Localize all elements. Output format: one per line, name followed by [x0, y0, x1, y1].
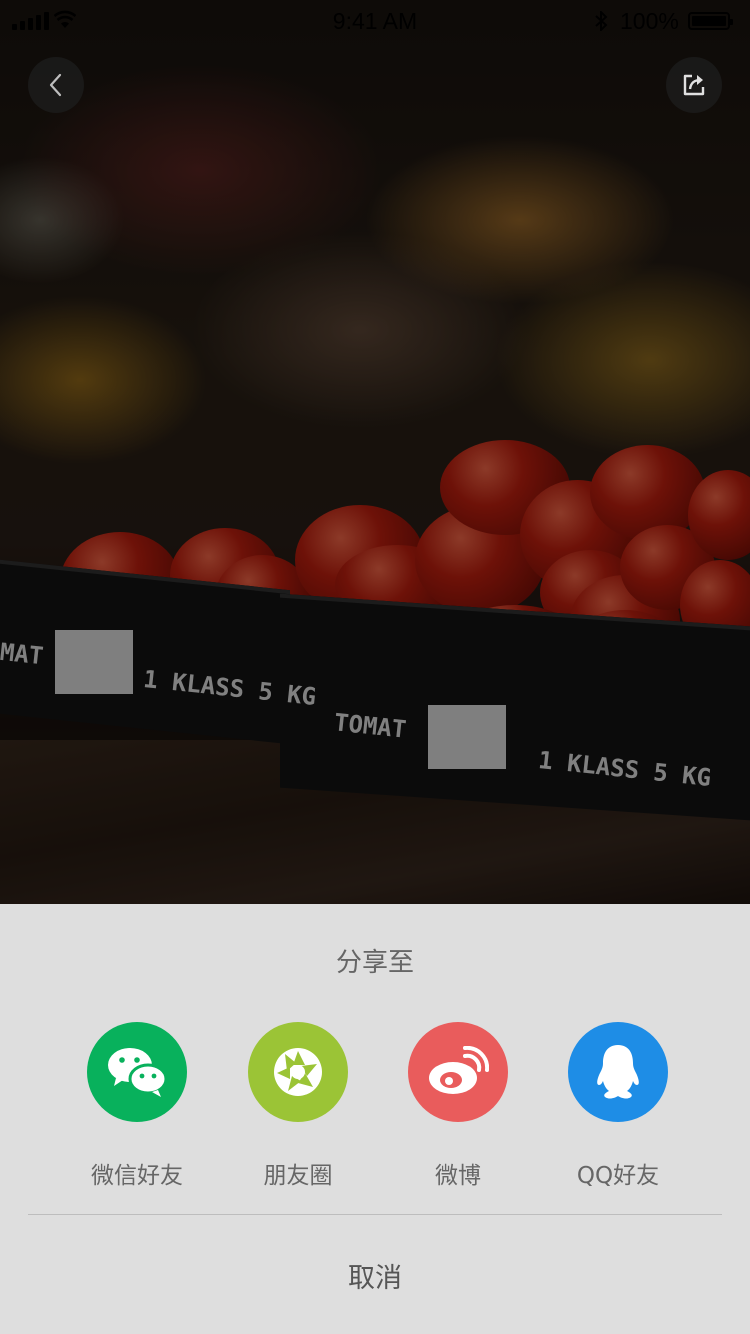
divider — [28, 1214, 722, 1215]
share-option-moments[interactable]: 朋友圈 — [218, 1022, 378, 1190]
qq-icon[interactable] — [568, 1022, 668, 1122]
battery-percentage: 100% — [620, 8, 679, 34]
share-option-label: 微博 — [435, 1163, 481, 1189]
battery-icon — [688, 12, 733, 30]
modal-dim-overlay[interactable] — [0, 0, 750, 904]
status-bar: 9:41 AM 100% — [0, 0, 750, 40]
share-option-label: QQ好友 — [576, 1163, 660, 1189]
back-button[interactable] — [28, 57, 84, 113]
share-option-weibo[interactable]: 微博 — [378, 1022, 538, 1190]
product-photo: MAT 1 KLASS 5 KG TOMAT 1 KLASS 5 KG — [0, 0, 750, 904]
cancel-button[interactable]: 取消 — [0, 1256, 750, 1295]
wechat-icon[interactable] — [87, 1022, 187, 1122]
weibo-icon[interactable] — [408, 1022, 508, 1122]
share-sheet: 分享至 微信好友 朋友圈 微博 QQ好友 取消 — [0, 904, 750, 1334]
share-option-qq[interactable]: QQ好友 — [538, 1022, 698, 1190]
share-option-label: 微信好友 — [91, 1163, 183, 1189]
share-option-label: 朋友圈 — [263, 1163, 333, 1189]
share-sheet-title: 分享至 — [335, 948, 414, 978]
bluetooth-icon — [595, 11, 608, 31]
moments-icon[interactable] — [248, 1022, 348, 1122]
share-option-wechat[interactable]: 微信好友 — [57, 1022, 217, 1190]
chevron-left-icon — [49, 73, 62, 97]
share-button[interactable] — [666, 57, 722, 113]
share-icon — [683, 74, 705, 96]
